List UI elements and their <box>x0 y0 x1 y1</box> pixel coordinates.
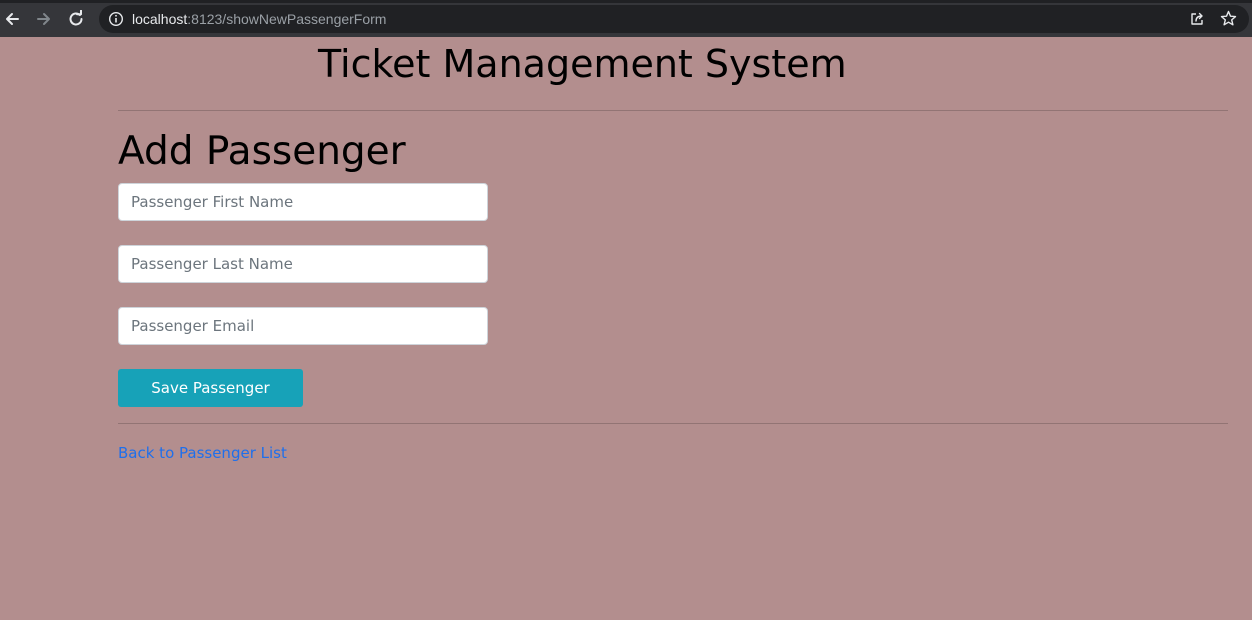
save-passenger-button[interactable]: Save Passenger <box>118 369 303 407</box>
arrow-right-icon <box>37 13 50 25</box>
browser-tab-strip <box>0 0 1252 3</box>
reload-button[interactable] <box>65 8 87 30</box>
address-bar[interactable]: localhost:8123/showNewPassengerForm <box>99 5 1249 33</box>
email-input[interactable] <box>118 307 488 345</box>
first-name-input[interactable] <box>118 183 488 221</box>
forward-button[interactable] <box>33 8 55 30</box>
page-title: Add Passenger <box>118 129 406 174</box>
url-text[interactable]: localhost:8123/showNewPassengerForm <box>132 11 386 27</box>
header-divider <box>118 110 1228 111</box>
share-icon[interactable] <box>1189 11 1205 27</box>
star-icon[interactable] <box>1220 10 1237 27</box>
url-path: :8123/showNewPassengerForm <box>187 11 387 27</box>
url-host: localhost <box>132 11 188 27</box>
reload-icon <box>69 10 83 26</box>
arrow-left-icon <box>6 13 19 25</box>
footer-divider <box>118 423 1228 424</box>
last-name-input[interactable] <box>118 245 488 283</box>
info-icon[interactable] <box>108 11 124 27</box>
browser-toolbar: localhost:8123/showNewPassengerForm <box>0 0 1252 37</box>
site-title: Ticket Management System <box>318 42 847 86</box>
back-button[interactable] <box>1 8 23 30</box>
back-to-passenger-list-link[interactable]: Back to Passenger List <box>118 443 287 463</box>
